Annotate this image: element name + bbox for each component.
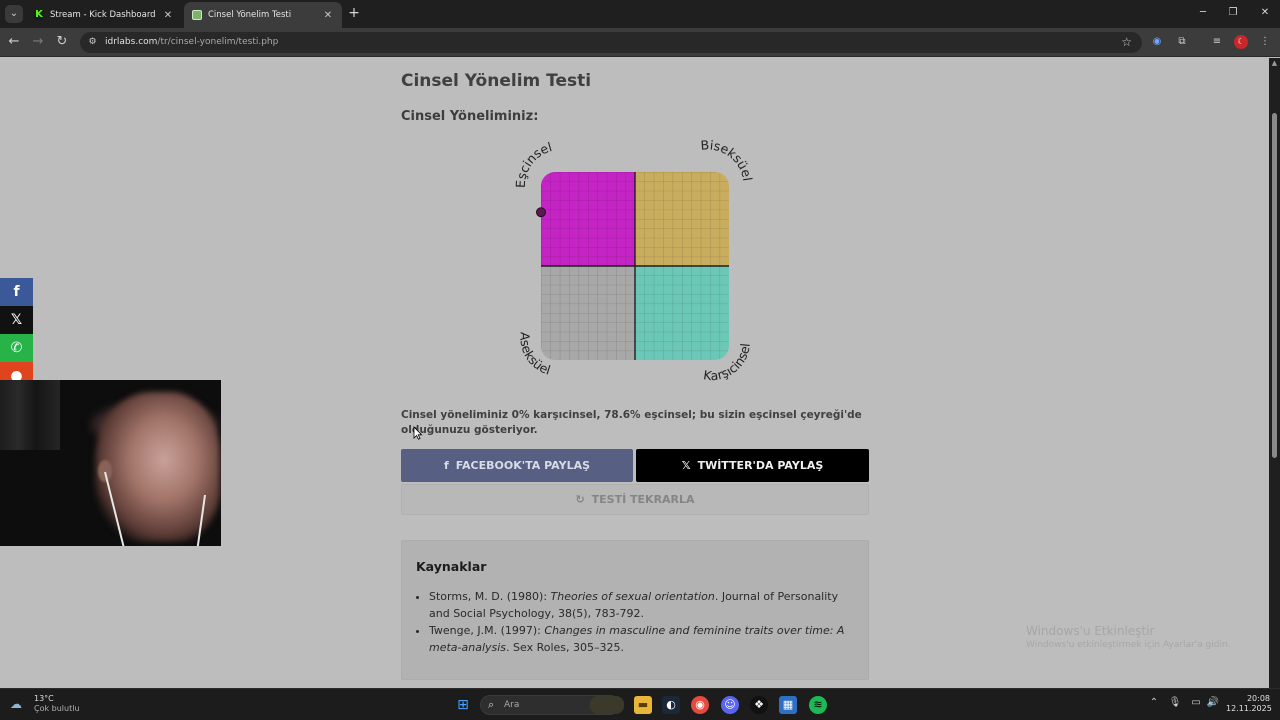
app-icon[interactable]: ❖	[750, 696, 768, 714]
news-widget-icon[interactable]	[590, 696, 624, 714]
tab-title: Cinsel Yönelim Testi	[208, 10, 292, 20]
x-share-icon[interactable]: 𝕏	[0, 306, 33, 334]
webcam-overlay	[0, 380, 221, 546]
tray-overflow-icon[interactable]: ⌃	[1147, 697, 1161, 708]
tab-search-button[interactable]: ⌄	[5, 5, 23, 23]
tab-kick-dashboard[interactable]: K Stream - Kick Dashboard ✕	[26, 2, 182, 28]
profile-avatar[interactable]: ☾	[1234, 35, 1248, 49]
start-icon[interactable]: ⊞	[454, 696, 472, 714]
volume-icon[interactable]: 🔊	[1206, 697, 1220, 708]
restore-button[interactable]: ❐	[1224, 5, 1242, 21]
tab-strip: ⌄ K Stream - Kick Dashboard ✕ Cinsel Yön…	[0, 0, 1280, 28]
read-aloud-icon[interactable]: ◉	[1150, 35, 1164, 49]
menu-icon[interactable]: ⋮	[1258, 35, 1272, 49]
reload-button[interactable]: ↻	[54, 34, 70, 50]
extensions-icon[interactable]: ⧉	[1175, 35, 1189, 49]
bookmark-star-icon[interactable]: ☆	[1121, 32, 1132, 53]
mouse-cursor-icon	[413, 426, 423, 440]
sources-box: Kaynaklar Storms, M. D. (1980): Theories…	[401, 540, 869, 680]
share-facebook-button[interactable]: f FACEBOOK'TA PAYLAŞ	[401, 449, 633, 482]
scroll-thumb[interactable]	[1272, 113, 1277, 458]
sources-title: Kaynaklar	[416, 559, 487, 574]
search-placeholder: Ara	[504, 700, 520, 710]
tab-title: Stream - Kick Dashboard	[50, 10, 156, 20]
share-twitter-button[interactable]: 𝕏 TWİTTER'DA PAYLAŞ	[636, 449, 869, 482]
spotify-icon[interactable]: ≋	[809, 696, 827, 714]
retry-test-label: TESTİ TEKRARLA	[591, 493, 695, 506]
orientation-quadrant-chart: Eşcinsel Biseksüel Aseksüel Karşıcinsel	[513, 137, 756, 383]
windows-activation-watermark: Windows'u Etkinleştir Windows'u etkinleş…	[1026, 624, 1231, 650]
idrlabs-favicon-icon	[192, 10, 202, 20]
refresh-icon: ↻	[575, 493, 585, 506]
page-scrollbar[interactable]: ▲	[1269, 58, 1280, 688]
source-item: Twenge, J.M. (1997): Changes in masculin…	[429, 622, 849, 656]
back-button[interactable]: ←	[6, 34, 22, 50]
weather-desc: Çok bulutlu	[34, 704, 80, 713]
result-heading: Cinsel Yöneliminiz:	[401, 109, 539, 124]
new-tab-button[interactable]: +	[346, 5, 362, 21]
facebook-share-icon[interactable]: f	[0, 278, 33, 306]
facebook-icon: f	[443, 459, 449, 472]
site-info-icon[interactable]: ⚙	[86, 36, 99, 49]
file-explorer-icon[interactable]: ▬	[634, 696, 652, 714]
whatsapp-share-icon[interactable]: ✆	[0, 334, 33, 362]
source-item: Storms, M. D. (1980): Theories of sexual…	[429, 588, 849, 622]
page-title: Cinsel Yönelim Testi	[401, 71, 592, 91]
forward-button[interactable]: →	[30, 34, 46, 50]
discord-icon[interactable]: ☺	[721, 696, 739, 714]
weather-temp: 13°C	[34, 694, 54, 703]
x-icon: 𝕏	[681, 459, 691, 472]
floating-share-bar: f 𝕏 ✆ ●	[0, 278, 33, 390]
search-icon: ⌕	[488, 698, 495, 711]
store-icon[interactable]: ▦	[779, 696, 797, 714]
close-window-button[interactable]: ✕	[1256, 5, 1274, 21]
sources-list: Storms, M. D. (1980): Theories of sexual…	[429, 588, 849, 656]
close-tab-icon[interactable]: ✕	[162, 10, 174, 21]
kick-favicon-icon: K	[34, 9, 44, 20]
orientation-chart: Eşcinsel Biseksüel Aseksüel Karşıcinsel	[503, 136, 763, 394]
result-marker	[536, 207, 546, 218]
chrome-icon[interactable]: ◉	[691, 696, 709, 714]
microphone-icon[interactable]: 🎙	[1168, 697, 1182, 708]
tab-cinsel-yonelim[interactable]: Cinsel Yönelim Testi ✕	[184, 2, 342, 28]
network-icon[interactable]: ▭	[1189, 697, 1203, 708]
system-clock[interactable]: 20:08 12.11.2025	[1226, 694, 1272, 714]
result-text: Cinsel yöneliminiz 0% karşıcinsel, 78.6%…	[401, 409, 862, 436]
weather-widget[interactable]: ☁ 13°C Çok bulutlu	[10, 694, 80, 714]
browser-toolbar: ← → ↻ ⚙ idrlabs.com/tr/cinsel-yonelim/te…	[0, 28, 1280, 57]
close-tab-icon[interactable]: ✕	[322, 10, 334, 21]
minimize-button[interactable]: ─	[1194, 5, 1212, 21]
address-bar[interactable]: ⚙ idrlabs.com/tr/cinsel-yonelim/testi.ph…	[80, 32, 1142, 53]
media-control-icon[interactable]: ≡	[1210, 35, 1224, 49]
url-text: idrlabs.com/tr/cinsel-yonelim/testi.php	[105, 37, 279, 47]
share-facebook-label: FACEBOOK'TA PAYLAŞ	[455, 459, 591, 472]
web-page: Cinsel Yönelim Testi Cinsel Yöneliminiz:	[0, 58, 1269, 688]
retry-test-button[interactable]: ↻ TESTİ TEKRARLA	[401, 484, 869, 515]
steam-icon[interactable]: ◐	[662, 696, 680, 714]
scroll-up-icon[interactable]: ▲	[1271, 60, 1278, 67]
cloud-icon: ☁	[10, 697, 22, 711]
windows-taskbar: ☁ 13°C Çok bulutlu ⊞ ⌕ Ara ▬ ◐ ◉ ☺ ❖ ▦ ≋…	[0, 688, 1280, 720]
share-twitter-label: TWİTTER'DA PAYLAŞ	[697, 459, 824, 472]
